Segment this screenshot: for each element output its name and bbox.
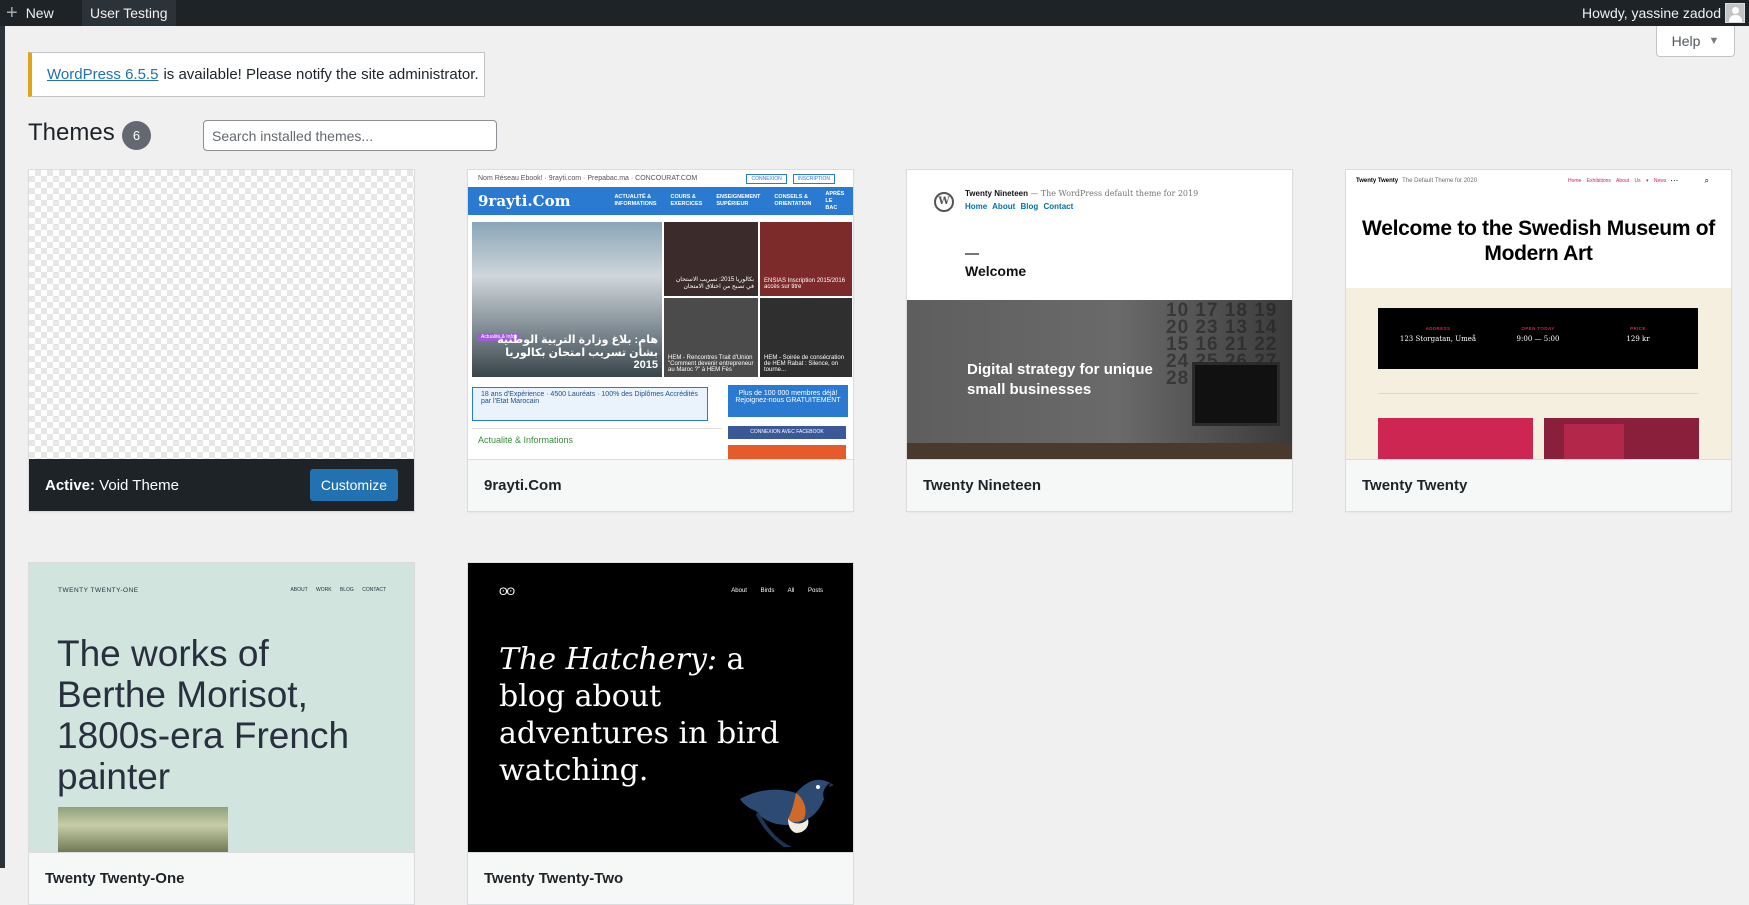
preview-header: Twenty Twenty The Default Theme for 2020 … (1346, 170, 1731, 288)
avatar[interactable] (1725, 3, 1745, 23)
theme-name: 9rayti.Com (468, 459, 853, 511)
preview-top-links: Nom Réseau Ebook! · 9rayti.com · Prepaba… (478, 175, 698, 182)
bird-illustration-icon (740, 779, 834, 847)
theme-card-twenty-twenty-two[interactable]: ʘʘ About Birds All Posts The Hatchery: a… (467, 562, 854, 905)
preview-menu-item: CONSEILS & ORIENTATION (774, 194, 812, 207)
theme-count-badge: 6 (122, 121, 151, 150)
preview-facebook-button: CONNEXION AVEC FACEBOOK (728, 426, 846, 439)
preview-menu-item: ACTUALITÉ & INFORMATIONS (614, 194, 657, 207)
preview-hours-label: OPEN TODAY (1521, 326, 1555, 331)
theme-name-bar: Active: Void Theme Customize (29, 459, 414, 511)
preview-hero-text: Digital strategy for unique small busine… (967, 361, 1153, 398)
preview-tile: HEM - Soirée de consécration de HEM Raba… (760, 298, 852, 377)
preview-monitor (1192, 362, 1280, 426)
preview-menu: Home Exhibitions About Us ▾ News (1568, 178, 1667, 184)
preview-tile: HEM - Rencontres Trait d'Union "Comment … (664, 298, 758, 377)
preview-menu-item: APRÈS LE BAC (825, 190, 845, 211)
preview-nav: Home About Blog Contact (965, 202, 1074, 211)
preview-headline: Welcome to the Swedish Museum of Modern … (1362, 217, 1715, 265)
preview-price-label: PRICE (1630, 326, 1646, 331)
preview-address-label: ADDRESS (1425, 326, 1451, 331)
admin-bar: + New User Testing Howdy, yassine zadod (0, 0, 1749, 26)
preview-canvas: ʘʘ About Birds All Posts The Hatchery: a… (468, 563, 853, 852)
theme-card-twenty-twenty-one[interactable]: TWENTY TWENTY-ONE ABOUT WORK BLOG CONTAC… (28, 562, 415, 905)
preview-logo-icon: ʘʘ (499, 586, 515, 598)
preview-welcome: Welcome (965, 263, 1027, 279)
preview-promo: Plus de 100 000 membres déjà! Rejoignez-… (728, 385, 848, 417)
preview-icons: ⋯ ⌕ (1670, 176, 1721, 185)
preview-photo-caption: هام: بلاغ وزارة التربية الوطنية بشأن تسر… (497, 334, 658, 371)
theme-screenshot[interactable]: W Twenty Nineteen — The WordPress defaul… (907, 170, 1292, 459)
plus-icon: + (6, 2, 18, 24)
preview-headline: The works of Berthe Morisot, 1800s-era F… (57, 633, 350, 797)
theme-screenshot[interactable]: Twenty Twenty The Default Theme for 2020 … (1346, 170, 1731, 459)
preview-site-title: TWENTY TWENTY-ONE (58, 587, 139, 594)
admin-menu-edge (0, 26, 5, 868)
preview-top-bar: Nom Réseau Ebook! · 9rayti.com · Prepaba… (468, 170, 853, 187)
preview-hours: 9:00 — 5:00 (1516, 335, 1560, 343)
transparent-placeholder (29, 170, 414, 459)
preview-section-title: Actualité & Informations (472, 428, 722, 454)
theme-screenshot[interactable]: ʘʘ About Birds All Posts The Hatchery: a… (468, 563, 853, 852)
theme-card-void[interactable]: Active: Void Theme Customize (28, 169, 415, 512)
preview-hero: 10 17 18 19 20 23 13 14 15 16 21 22 24 2… (907, 300, 1292, 459)
preview-rule (965, 253, 979, 255)
preview-price: 129 kr (1626, 335, 1650, 343)
theme-name: Twenty Twenty (1346, 459, 1731, 511)
preview-inscription: INSCRIPTION (792, 173, 835, 184)
preview-painting (58, 807, 228, 852)
customize-button[interactable]: Customize (309, 469, 398, 501)
preview-banner: 18 ans d'Expérience · 4500 Lauréats · 10… (472, 387, 708, 421)
theme-name: Twenty Twenty-One (29, 852, 414, 904)
preview-connexion: CONNEXION (746, 173, 787, 184)
theme-screenshot[interactable] (29, 170, 414, 459)
preview-canvas: TWENTY TWENTY-ONE ABOUT WORK BLOG CONTAC… (29, 563, 414, 852)
preview-logo: 9rayti.Com (478, 192, 571, 210)
preview-nav: 9rayti.Com ACTUALITÉ & INFORMATIONS COUR… (468, 187, 853, 215)
help-label: Help (1671, 33, 1701, 49)
preview-brand: Twenty Twenty The Default Theme for 2020 (1356, 178, 1478, 184)
update-notice: WordPress 6.5.5 is available! Please not… (28, 52, 485, 97)
preview-header: W Twenty Nineteen — The WordPress defaul… (907, 170, 1292, 300)
preview-art-block (1544, 418, 1699, 459)
preview-body: ADDRESS 123 Storgatan, Umeå OPEN TODAY 9:0… (1346, 288, 1731, 459)
theme-card-9rayti[interactable]: Nom Réseau Ebook! · 9rayti.com · Prepaba… (467, 169, 854, 512)
new-content-menu[interactable]: + New (0, 0, 64, 26)
new-label: New (25, 5, 54, 21)
howdy-label: Howdy, yassine zadod (1581, 5, 1721, 21)
update-link[interactable]: WordPress 6.5.5 (47, 66, 158, 83)
preview-menu: About Birds All Posts (731, 588, 823, 594)
theme-screenshot[interactable]: Nom Réseau Ebook! · 9rayti.com · Prepaba… (468, 170, 853, 459)
preview-tile: بكالوريا 2015: تسريب الاستحان في تصبح من… (664, 222, 758, 296)
theme-screenshot[interactable]: TWENTY TWENTY-ONE ABOUT WORK BLOG CONTAC… (29, 563, 414, 852)
active-theme-label: Active: Void Theme (45, 476, 179, 494)
theme-card-twenty-twenty[interactable]: Twenty Twenty The Default Theme for 2020 … (1345, 169, 1732, 512)
wordpress-logo-icon: W (934, 192, 954, 212)
preview-desk (907, 443, 1292, 459)
preview-tile: ENSIAS Inscription 2015/2016 accès sur t… (760, 222, 852, 296)
preview-orange-block (728, 445, 846, 459)
account-menu[interactable]: Howdy, yassine zadod (1582, 0, 1721, 26)
theme-card-twenty-nineteen[interactable]: W Twenty Nineteen — The WordPress defaul… (906, 169, 1293, 512)
preview-info-band: ADDRESS 123 Storgatan, Umeå OPEN TODAY 9:0… (1378, 308, 1698, 369)
preview-menu-item: COURS & EXERCICES (670, 194, 703, 207)
preview-site-title: Twenty Nineteen — The WordPress default … (965, 189, 1199, 198)
preview-address: 123 Storgatan, Umeå (1399, 335, 1477, 343)
preview-art-block (1378, 418, 1533, 459)
preview-divider (1378, 393, 1698, 394)
site-name-label: User Testing (90, 5, 168, 21)
preview-menu: ABOUT WORK BLOG CONTACT (290, 587, 386, 593)
preview-hero-photo: Actualité & Infos هام: بلاغ وزارة التربي… (472, 222, 662, 377)
theme-name: Twenty Twenty-Two (468, 852, 853, 904)
page-title: Themes (28, 119, 115, 146)
caret-down-icon: ▼ (1708, 35, 1720, 47)
theme-name: Twenty Nineteen (907, 459, 1292, 511)
preview-menu-item: ENSEIGNEMENT SUPÉRIEUR (716, 194, 761, 207)
site-name-menu[interactable]: User Testing (82, 0, 176, 26)
update-notice-text: is available! Please notify the site adm… (163, 66, 479, 83)
search-themes-input[interactable] (203, 120, 497, 151)
help-tab-button[interactable]: Help ▼ (1656, 26, 1735, 57)
